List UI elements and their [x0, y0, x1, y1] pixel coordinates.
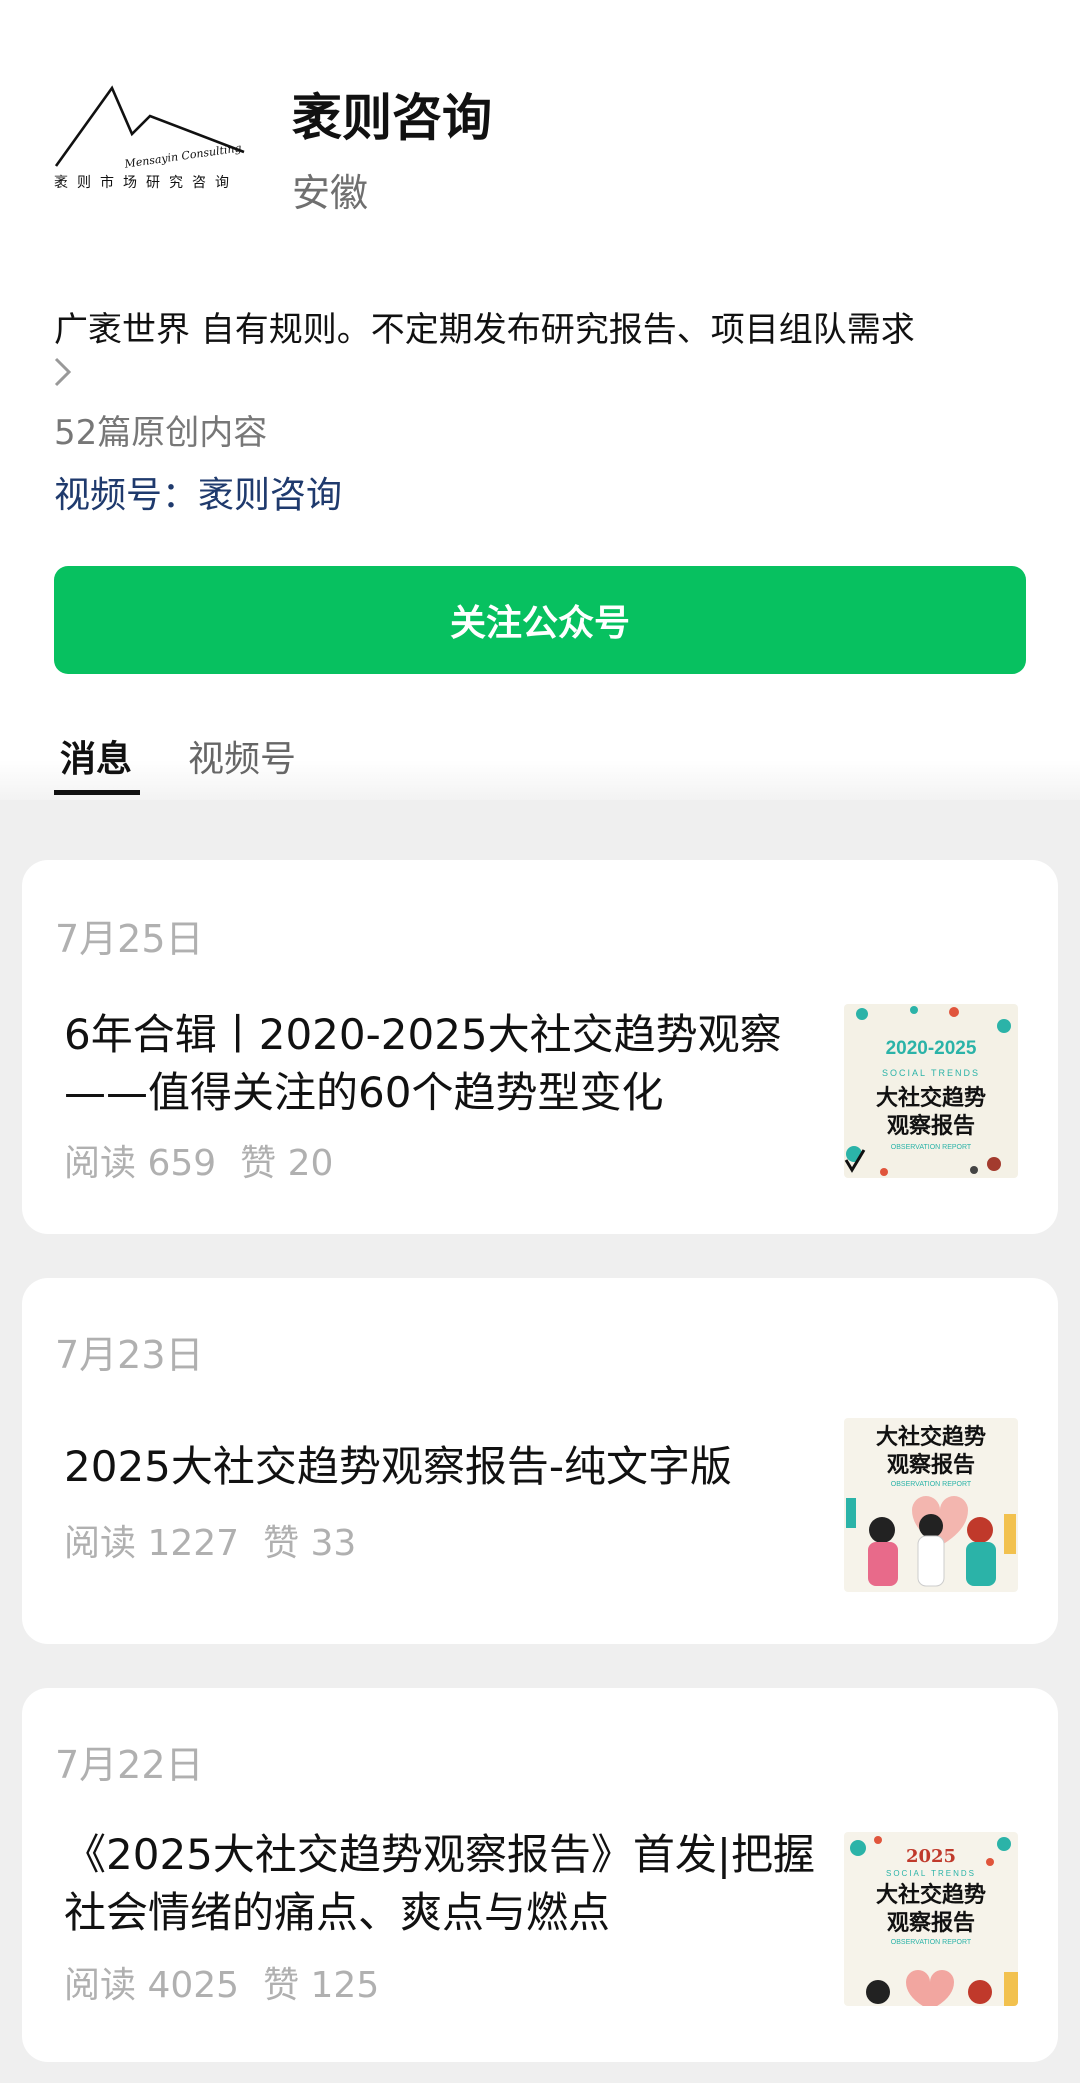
- read-count: 阅读 659: [64, 1143, 217, 1184]
- chevron-right-icon[interactable]: [52, 355, 74, 389]
- post-stats: 阅读 4025 赞 125: [64, 1956, 379, 2008]
- post-title[interactable]: 6年合辑丨2020-2025大社交趋势观察——值得关注的60个趋势型变化: [64, 1006, 834, 1122]
- thumb-title-line2: 观察报告: [887, 1113, 975, 1139]
- follow-button[interactable]: 关注公众号: [54, 566, 1026, 674]
- post-date: 7月23日: [55, 1333, 204, 1377]
- thumb-footer: OBSERVATION REPORT: [891, 1481, 972, 1488]
- thumb-title-line1: 大社交趋势: [876, 1424, 986, 1450]
- report-cover-image: 2020-2025 SOCIAL TRENDS 大社交趋势 观察报告 OBSER…: [844, 1004, 1018, 1178]
- read-count: 阅读 4025: [64, 1965, 240, 2006]
- like-count: 赞 20: [240, 1143, 334, 1184]
- post-date: 7月22日: [55, 1743, 204, 1787]
- thumb-title-line1: 大社交趋势: [876, 1882, 986, 1908]
- post-thumbnail[interactable]: 2025 SOCIAL TRENDS 大社交趋势 观察报告 OBSERVATIO…: [844, 1832, 1018, 2006]
- thumb-year: 2020-2025: [886, 1038, 977, 1059]
- post-date: 7月25日: [55, 917, 204, 961]
- thumb-footer: OBSERVATION REPORT: [891, 1144, 972, 1151]
- post-card[interactable]: 7月25日 6年合辑丨2020-2025大社交趋势观察——值得关注的60个趋势型…: [22, 860, 1058, 1234]
- post-stats: 阅读 659 赞 20: [64, 1134, 333, 1186]
- read-count: 阅读 1227: [64, 1523, 240, 1564]
- tab-channels[interactable]: 视频号: [188, 736, 296, 784]
- thumb-subtitle: SOCIAL TRENDS: [882, 1068, 980, 1078]
- account-region: 安徽: [292, 171, 369, 215]
- thumb-title-line2: 观察报告: [887, 1452, 975, 1478]
- post-title[interactable]: 2025大社交趋势观察报告-纯文字版: [64, 1438, 834, 1496]
- account-name: 袤则咨询: [292, 89, 492, 147]
- channels-link[interactable]: 视频号：袤则咨询: [54, 466, 342, 518]
- post-thumbnail[interactable]: 2020-2025 SOCIAL TRENDS 大社交趋势 观察报告 OBSER…: [844, 1004, 1018, 1178]
- report-cover-image: 大社交趋势 观察报告 OBSERVATION REPORT: [844, 1418, 1018, 1592]
- original-content-count[interactable]: 52篇原创内容: [54, 405, 267, 454]
- logo-chinese-text: 袤则市场研究咨询: [54, 175, 238, 191]
- like-count: 赞 125: [263, 1965, 380, 2006]
- profile-header: Mensayin Consulting 袤则市场研究咨询 袤则咨询 安徽 广袤世…: [0, 0, 1080, 800]
- account-intro[interactable]: 广袤世界 自有规则。不定期发布研究报告、项目组队需求: [54, 302, 1044, 351]
- post-card[interactable]: 7月23日 2025大社交趋势观察报告-纯文字版 阅读 1227 赞 33 大社交…: [22, 1278, 1058, 1644]
- post-thumbnail[interactable]: 大社交趋势 观察报告 OBSERVATION REPORT: [844, 1418, 1018, 1592]
- thumb-footer: OBSERVATION REPORT: [891, 1939, 972, 1946]
- message-feed: 7月25日 6年合辑丨2020-2025大社交趋势观察——值得关注的60个趋势型…: [0, 800, 1080, 2083]
- brand-logo: Mensayin Consulting 袤则市场研究咨询: [54, 82, 254, 200]
- report-cover-image: 2025 SOCIAL TRENDS 大社交趋势 观察报告 OBSERVATIO…: [844, 1832, 1018, 2006]
- like-count: 赞 33: [263, 1523, 357, 1564]
- post-stats: 阅读 1227 赞 33: [64, 1514, 356, 1566]
- thumb-year: 2025: [906, 1846, 956, 1867]
- tab-active-indicator: [54, 790, 140, 795]
- post-title[interactable]: 《2025大社交趋势观察报告》首发|把握社会情绪的痛点、爽点与燃点: [64, 1826, 834, 1942]
- thumb-subtitle: SOCIAL TRENDS: [886, 1869, 976, 1878]
- thumb-title-line2: 观察报告: [887, 1910, 975, 1936]
- tab-messages[interactable]: 消息: [54, 736, 138, 784]
- post-card[interactable]: 7月22日 《2025大社交趋势观察报告》首发|把握社会情绪的痛点、爽点与燃点 …: [22, 1688, 1058, 2062]
- thumb-title-line1: 大社交趋势: [876, 1085, 986, 1111]
